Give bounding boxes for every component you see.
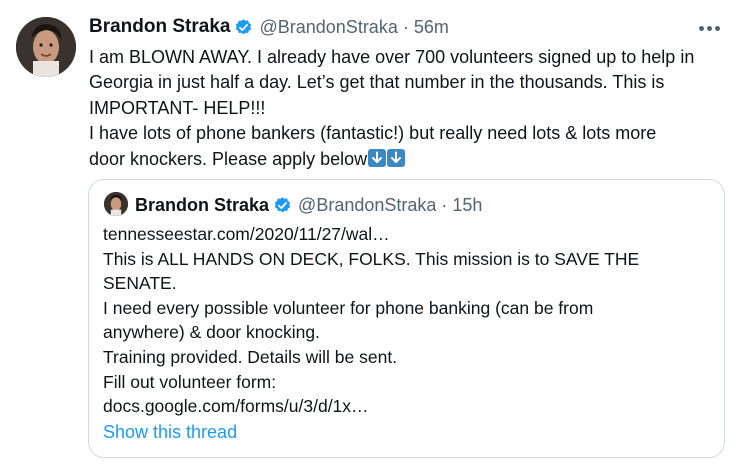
quoted-line: Fill out volunteer form:	[103, 371, 277, 392]
quoted-line: Training provided. Details will be sent.	[103, 346, 398, 367]
separator-dot: ·	[402, 16, 409, 37]
tweet-line: door knockers. Please apply below	[89, 148, 368, 169]
quoted-author-name[interactable]: Brandon Straka	[135, 195, 269, 216]
quoted-text: tennesseestar.com/2020/11/27/wal… This i…	[103, 222, 713, 419]
quoted-link[interactable]: docs.google.com/forms/u/3/d/1x…	[103, 394, 713, 419]
verified-badge-icon	[273, 196, 292, 215]
verified-badge-icon	[234, 18, 253, 37]
tweet-line: I have lots of phone bankers (fantastic!…	[89, 123, 657, 144]
author-name[interactable]: Brandon Straka	[89, 16, 230, 38]
tweet-line: Georgia in just half a day. Let’s get th…	[89, 72, 665, 93]
quoted-line: This is ALL HANDS ON DECK, FOLKS. This m…	[103, 248, 640, 269]
tweet-line: IMPORTANT- HELP!!!	[89, 97, 266, 118]
quoted-tweet[interactable]: Brandon Straka @BrandonStraka · 15h tenn…	[88, 179, 725, 458]
avatar[interactable]	[16, 17, 76, 77]
tweet-text: I am BLOWN AWAY. I already have over 700…	[89, 45, 729, 172]
quoted-line: anywhere) & door knocking.	[103, 322, 320, 343]
quoted-timestamp[interactable]: 15h	[452, 195, 482, 216]
quoted-author-handle[interactable]: @BrandonStraka	[298, 195, 436, 216]
down-arrow-emoji-icon	[368, 148, 387, 167]
quoted-header: Brandon Straka @BrandonStraka · 15h	[135, 192, 482, 218]
more-horizontal-icon[interactable]	[699, 23, 725, 33]
timestamp[interactable]: 56m	[414, 17, 449, 38]
quoted-line: I need every possible volunteer for phon…	[103, 297, 594, 318]
author-handle[interactable]: @BrandonStraka	[259, 17, 397, 38]
show-thread-link[interactable]: Show this thread	[103, 422, 237, 443]
quoted-line: SENATE.	[103, 273, 177, 294]
quoted-avatar[interactable]	[104, 192, 128, 216]
quoted-link[interactable]: tennesseestar.com/2020/11/27/wal…	[103, 222, 713, 247]
tweet-last-line: door knockers. Please apply below	[89, 147, 729, 172]
tweet-header: Brandon Straka @BrandonStraka · 56m	[89, 14, 449, 40]
tweet-line: I am BLOWN AWAY. I already have over 700…	[89, 47, 695, 67]
down-arrow-emoji-icon	[387, 148, 406, 167]
separator-dot: ·	[441, 194, 448, 215]
